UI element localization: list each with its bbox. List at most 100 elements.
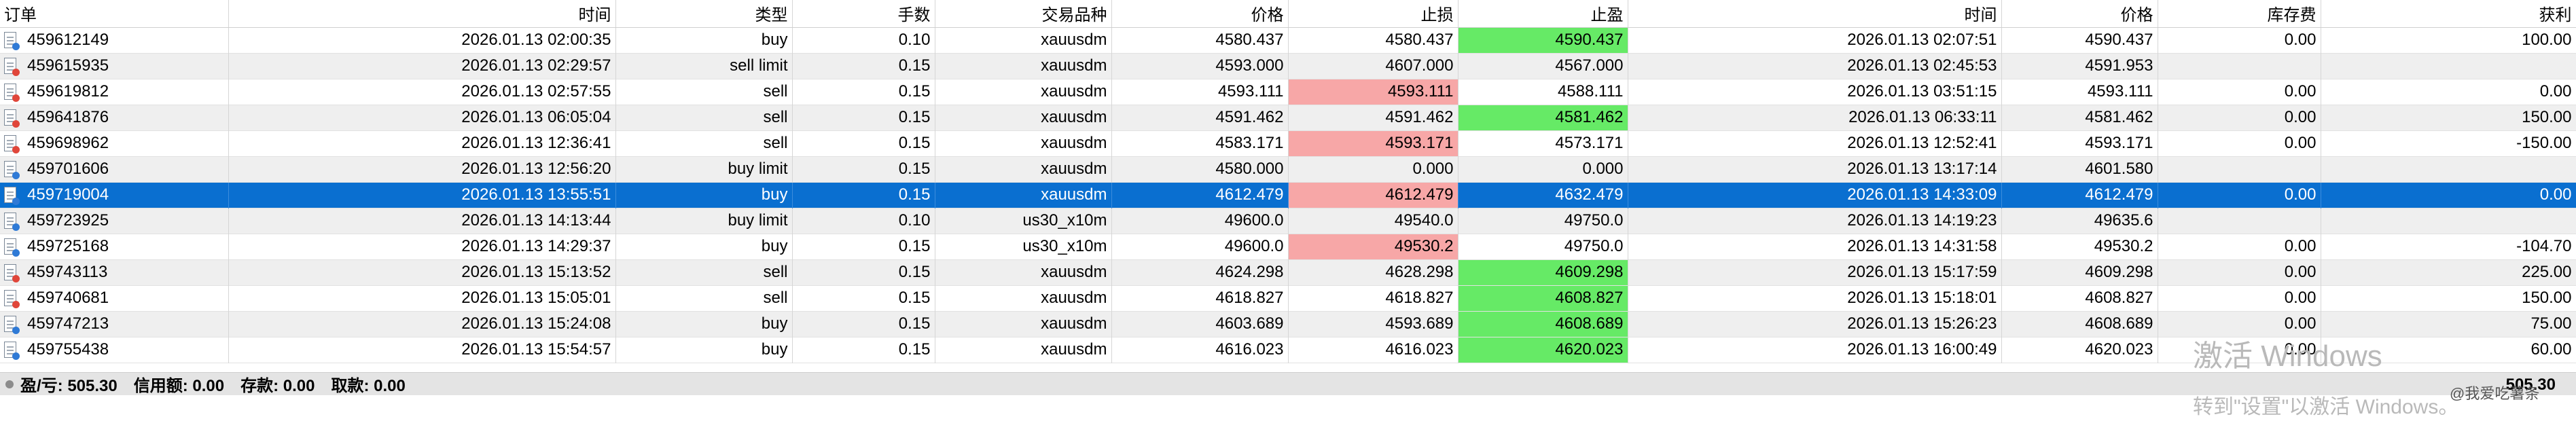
status-deposit: 存款: 0.00 [240,377,315,395]
order-document-icon [4,289,20,308]
cell-order: 459619812 [0,79,229,105]
order-document-icon [4,134,20,153]
cell-profit: 0.00 [2321,182,2576,208]
table-row[interactable]: 459612149 2026.01.13 02:00:35 buy 0.10 xauus… [0,27,2576,53]
cell-type: buy limit [615,156,793,182]
cell-symbol: xauusdm [935,53,1112,79]
table-row[interactable]: 459755438 2026.01.13 15:54:57 buy 0.15 xauus… [0,337,2576,363]
status-withdrawal: 取款: 0.00 [331,377,406,395]
table-row[interactable]: 459641876 2026.01.13 06:05:04 sell 0.15 xauu… [0,105,2576,130]
cell-open-price: 4612.479 [1111,182,1289,208]
cell-close-price: 4601.580 [2001,156,2158,182]
cell-open-price: 4618.827 [1111,285,1289,311]
order-type-dot-icon [12,326,20,334]
cell-tp: 4608.689 [1458,311,1628,337]
table-row[interactable]: 459725168 2026.01.13 14:29:37 buy 0.15 us30_… [0,234,2576,259]
cell-open-time: 2026.01.13 15:24:08 [228,311,616,337]
cell-symbol: xauusdm [935,182,1112,208]
cell-type: sell [615,105,793,130]
order-type-dot-icon [12,300,20,308]
cell-open-price: 4603.689 [1111,311,1289,337]
cell-order: 459743113 [0,259,229,285]
cell-sl: 4616.023 [1288,337,1459,363]
cell-open-time: 2026.01.13 13:55:51 [228,182,616,208]
cell-volume: 0.15 [792,337,935,363]
status-pl: 盈/亏: 505.30 [20,377,118,395]
cell-type: buy [615,27,793,53]
order-document-icon [4,109,20,128]
table-row[interactable]: 459740681 2026.01.13 15:05:01 sell 0.15 xauu… [0,285,2576,311]
cell-tp: 4581.462 [1458,105,1628,130]
cell-tp: 49750.0 [1458,234,1628,259]
table-row[interactable]: 459743113 2026.01.13 15:13:52 sell 0.15 xauu… [0,259,2576,285]
order-number: 459743113 [27,263,108,281]
order-type-dot-icon [12,223,20,231]
cell-volume: 0.15 [792,311,935,337]
col-header-sl[interactable]: 止损 [1288,0,1459,28]
cell-type: buy [615,234,793,259]
cell-open-price: 4593.000 [1111,53,1289,79]
cell-tp: 4608.827 [1458,285,1628,311]
col-header-type[interactable]: 类型 [615,0,793,28]
cell-profit: 150.00 [2321,285,2576,311]
cell-order: 459755438 [0,337,229,363]
cell-open-time: 2026.01.13 14:13:44 [228,208,616,234]
cell-open-time: 2026.01.13 06:05:04 [228,105,616,130]
cell-open-time: 2026.01.13 15:54:57 [228,337,616,363]
cell-sl: 4593.111 [1288,79,1459,105]
table-row[interactable]: 459747213 2026.01.13 15:24:08 buy 0.15 xauus… [0,311,2576,337]
cell-sl: 49540.0 [1288,208,1459,234]
cell-close-price: 4609.298 [2001,259,2158,285]
cell-swap [2158,208,2321,234]
col-header-tp[interactable]: 止盈 [1458,0,1628,28]
cell-profit: 60.00 [2321,337,2576,363]
order-document-icon [4,83,20,102]
cell-type: sell [615,285,793,311]
col-header-volume[interactable]: 手数 [792,0,935,28]
cell-volume: 0.15 [792,156,935,182]
col-header-open-time[interactable]: 时间 [228,0,616,28]
col-header-open-price[interactable]: 价格 [1111,0,1289,28]
table-row[interactable]: 459615935 2026.01.13 02:29:57 sell limit 0.… [0,53,2576,79]
order-document-icon [4,160,20,179]
cell-swap: 0.00 [2158,130,2321,156]
table-row[interactable]: 459723925 2026.01.13 14:13:44 buy limit 0.1… [0,208,2576,234]
cell-order: 459698962 [0,130,229,156]
cell-close-time: 2026.01.13 06:33:11 [1628,105,2002,130]
cell-tp: 4567.000 [1458,53,1628,79]
cell-volume: 0.10 [792,27,935,53]
cell-symbol: xauusdm [935,337,1112,363]
cell-sl: 4593.689 [1288,311,1459,337]
col-header-order[interactable]: 订单 [0,0,229,28]
col-header-swap[interactable]: 库存费 [2158,0,2321,28]
cell-sl: 4580.437 [1288,27,1459,53]
order-type-dot-icon [12,249,20,257]
col-header-symbol[interactable]: 交易品种 [935,0,1112,28]
cell-open-time: 2026.01.13 02:57:55 [228,79,616,105]
cell-symbol: xauusdm [935,79,1112,105]
cell-close-time: 2026.01.13 14:31:58 [1628,234,2002,259]
col-header-close-time[interactable]: 时间 [1628,0,2002,28]
cell-order: 459612149 [0,27,229,53]
cell-close-time: 2026.01.13 02:07:51 [1628,27,2002,53]
table-row[interactable]: 459719004 2026.01.13 13:55:51 buy 0.15 xauus… [0,182,2576,208]
cell-order: 459719004 [0,182,229,208]
cell-close-time: 2026.01.13 16:00:49 [1628,337,2002,363]
col-header-profit[interactable]: 获利 [2321,0,2576,28]
cell-open-time: 2026.01.13 02:29:57 [228,53,616,79]
cell-type: buy [615,337,793,363]
cell-close-price: 49530.2 [2001,234,2158,259]
cell-type: buy limit [615,208,793,234]
bottom-strip [0,395,2576,414]
col-header-close-price[interactable]: 价格 [2001,0,2158,28]
cell-close-price: 4620.023 [2001,337,2158,363]
order-type-dot-icon [12,197,20,205]
trade-history-table: 订单 时间 类型 手数 交易品种 价格 止损 止盈 时间 价格 库存费 获利 4… [0,0,2576,363]
table-row[interactable]: 459698962 2026.01.13 12:36:41 sell 0.15 xauu… [0,130,2576,156]
cell-swap: 0.00 [2158,285,2321,311]
cell-profit: 225.00 [2321,259,2576,285]
table-row[interactable]: 459701606 2026.01.13 12:56:20 buy limit 0.1… [0,156,2576,182]
table-row[interactable]: 459619812 2026.01.13 02:57:55 sell 0.15 xauu… [0,79,2576,105]
order-type-dot-icon [12,120,20,128]
cell-type: buy [615,311,793,337]
